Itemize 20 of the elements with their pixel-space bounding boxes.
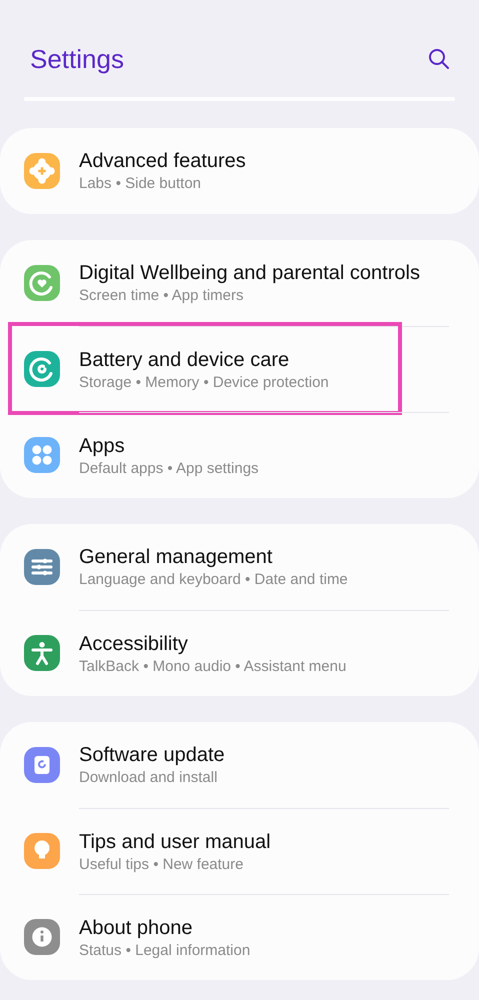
setting-title[interactable]: General management [79,544,449,570]
setting-summary: Screen time • App timers [79,286,244,306]
setting-title[interactable]: Digital Wellbeing and parental controls [79,260,449,286]
setting-summary: Download and install [79,768,218,788]
setting-title[interactable]: Accessibility [79,630,449,656]
setting-title[interactable]: Tips and user manual [79,828,449,854]
setting-summary: Useful tips • New feature [79,854,244,874]
setting-title[interactable]: Advanced features [79,148,449,174]
page-title: Settings [30,44,124,74]
setting-summary: TalkBack • Mono audio • Assistant menu [79,656,348,676]
setting-title[interactable]: Battery and device care [79,346,449,372]
setting-summary: Status • Legal information [79,940,252,960]
setting-title[interactable]: Apps [79,432,449,458]
setting-summary: Labs • Side button [79,174,202,194]
setting-summary: Default apps • App settings [79,458,260,478]
setting-title[interactable]: Software update [79,742,449,768]
setting-summary: Storage • Memory • Device protection [79,372,330,392]
search-icon[interactable] [427,47,451,71]
setting-summary: Language and keyboard • Date and time [79,570,349,590]
setting-title[interactable]: About phone [79,914,449,940]
